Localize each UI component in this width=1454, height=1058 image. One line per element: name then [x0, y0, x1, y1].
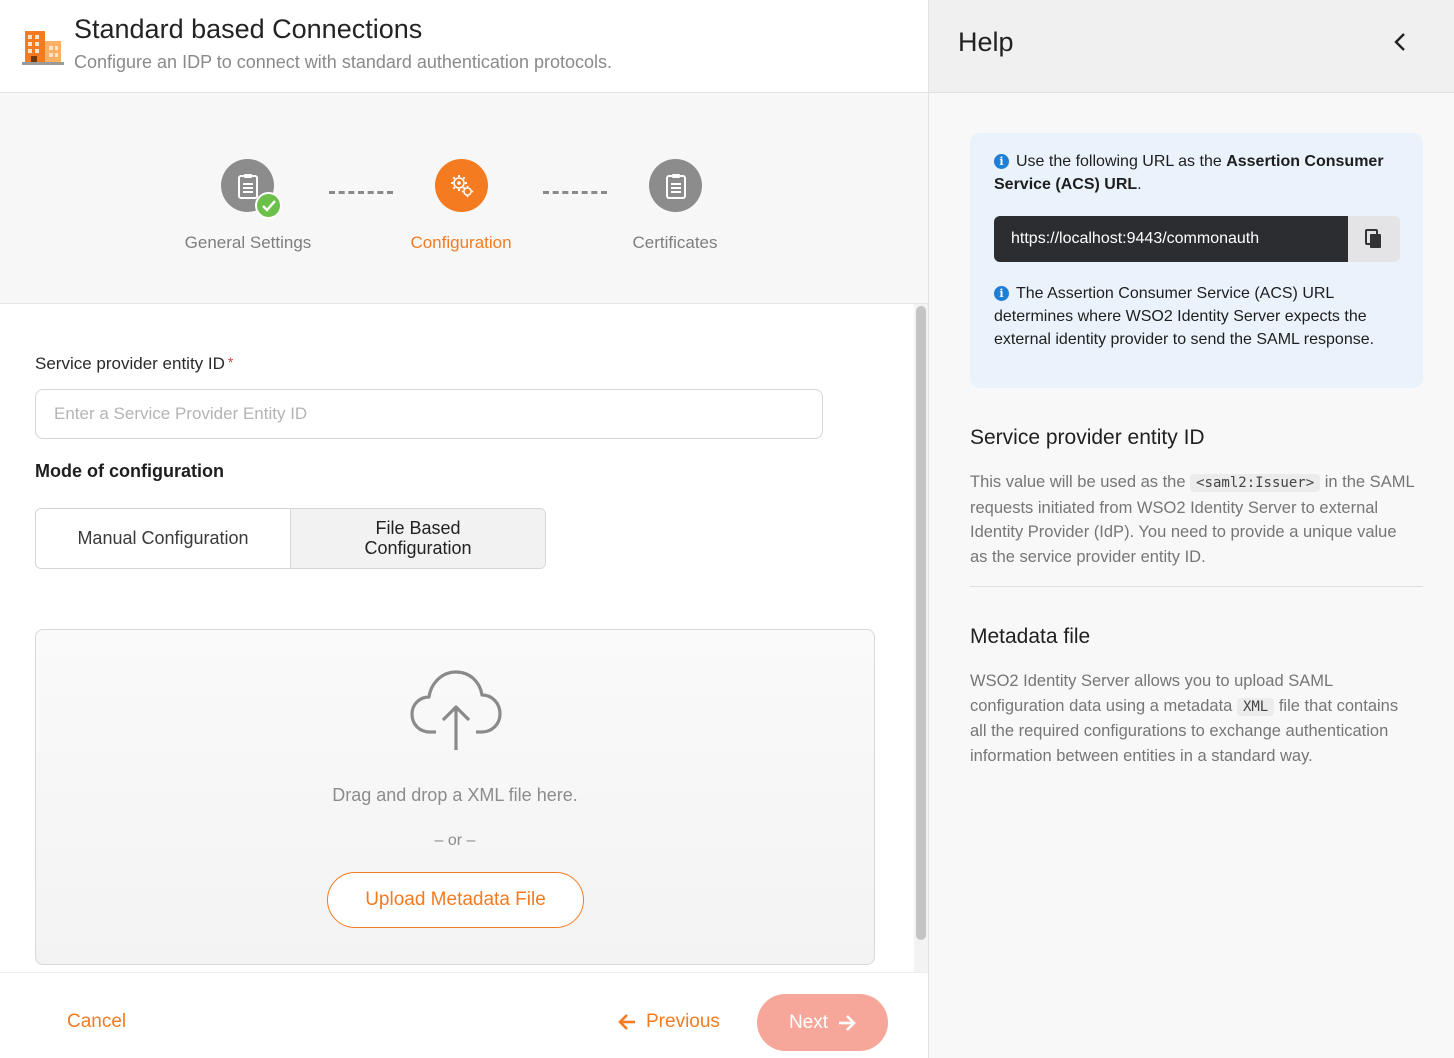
entity-id-label-text: Service provider entity ID [35, 354, 225, 373]
step-label-general-settings: General Settings [184, 233, 312, 252]
help-header: Help [929, 0, 1454, 93]
configuration-mode-toggle: Manual Configuration File Based Configur… [35, 508, 546, 569]
acs-intro-end: . [1137, 176, 1142, 193]
entity-id-label: Service provider entity ID * [35, 354, 233, 374]
required-marker: * [227, 354, 234, 370]
next-label: Next [788, 1011, 829, 1033]
configuration-form: Service provider entity ID* Mode of conf… [0, 304, 914, 972]
help-title: Help [958, 27, 1014, 57]
acs-intro: i Use the following URL as the Assertion … [994, 150, 1404, 196]
gears-icon [450, 174, 473, 197]
mode-of-configuration-label: Mode of configuration [35, 461, 224, 481]
step-connector [329, 191, 393, 194]
next-button[interactable]: Next [757, 994, 888, 1051]
page-title: Standard based Connections [74, 14, 423, 44]
acs-note-text: The Assertion Consumer Service (ACS) URL… [994, 285, 1375, 348]
acs-info-box: i Use the following URL as the Assertion … [970, 133, 1423, 388]
step-label-certificates: Certificates [632, 233, 718, 252]
xml-code: XML [1236, 697, 1275, 716]
saml-issuer-code: <saml2:Issuer> [1190, 474, 1321, 492]
entity-id-input[interactable] [35, 389, 823, 439]
cancel-button[interactable]: Cancel [67, 1011, 126, 1033]
copy-icon [1365, 229, 1381, 248]
acs-note: i The Assertion Consumer Service (ACS) UR… [994, 282, 1404, 351]
help-entity-id-description: This value will be used as the <saml2:Is… [970, 470, 1415, 569]
file-based-configuration-label: File Based Configuration [364, 517, 472, 558]
clipboard-icon [237, 173, 258, 199]
step-certificates [649, 159, 702, 212]
step-configuration [435, 159, 488, 212]
previous-button[interactable]: Previous [618, 1011, 720, 1033]
wizard-header: Standard based Connections Configure an … [0, 0, 928, 93]
acs-url-box: https://localhost:9443/commonauth [994, 216, 1400, 262]
help-heading-metadata-file: Metadata file [970, 625, 1091, 648]
help-heading-entity-id: Service provider entity ID [970, 426, 1205, 449]
drag-drop-text: Drag and drop a XML file here. [332, 785, 578, 805]
step-connector [543, 191, 607, 194]
arrow-right-icon [839, 1014, 856, 1031]
help-divider [970, 586, 1423, 587]
wizard-footer: Cancel Previous Next [0, 972, 928, 1058]
xml-file-dropzone[interactable]: Drag and drop a XML file here. – or – Up… [35, 629, 875, 965]
page-subtitle: Configure an IDP to connect with standar… [74, 52, 612, 72]
previous-label: Previous [646, 1011, 720, 1032]
info-icon: i [994, 286, 1009, 301]
file-based-configuration-button[interactable]: File Based Configuration [290, 509, 545, 568]
help-panel: Help i Use the following URL as the Asser… [928, 0, 1454, 1058]
wizard-pane: Standard based Connections Configure an … [0, 0, 928, 1058]
copy-button[interactable] [1348, 216, 1400, 262]
upload-metadata-file-button[interactable]: Upload Metadata File [327, 872, 584, 928]
help-metadata-description: WSO2 Identity Server allows you to uploa… [970, 669, 1415, 768]
arrow-left-icon [618, 1014, 635, 1030]
building-icon [22, 31, 64, 65]
info-icon: i [994, 154, 1009, 169]
step-completed-check-icon [255, 192, 282, 219]
wizard-stepper: General Settings Configuration Certifica… [0, 93, 928, 304]
manual-configuration-button[interactable]: Manual Configuration [36, 509, 290, 568]
or-separator: – or – [434, 832, 476, 849]
entity-desc-part1: This value will be used as the [970, 473, 1186, 491]
cloud-upload-icon [410, 670, 502, 750]
chevron-left-icon[interactable] [1389, 30, 1411, 54]
acs-intro-text: Use the following URL as the [1016, 153, 1222, 170]
acs-url[interactable]: https://localhost:9443/commonauth [994, 216, 1348, 262]
form-scrollbar-thumb[interactable] [916, 306, 926, 940]
step-label-configuration: Configuration [410, 233, 512, 252]
clipboard-icon [665, 173, 686, 199]
